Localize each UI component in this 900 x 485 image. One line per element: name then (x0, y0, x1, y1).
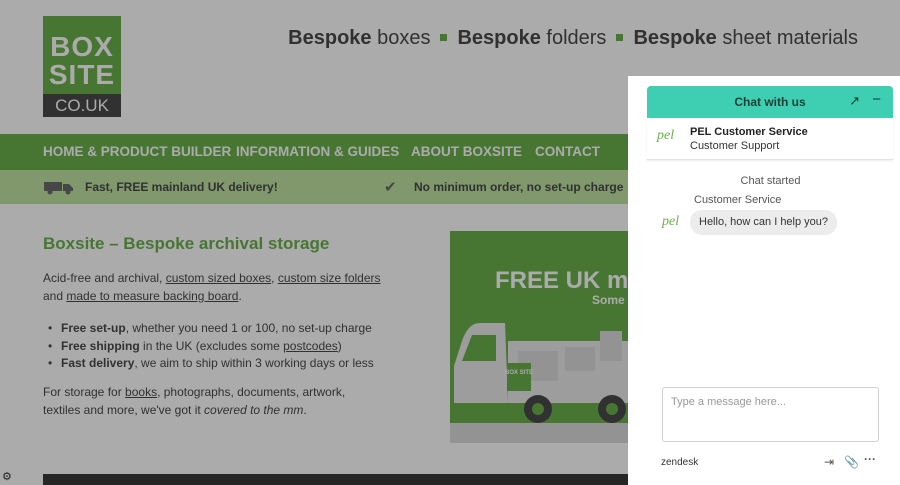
paperclip-icon[interactable]: 📎 (844, 455, 859, 469)
outro-paragraph: For storage for books, photographs, docu… (43, 384, 383, 419)
more-options-icon[interactable]: ··· (864, 452, 876, 466)
bullet-3-bold: Fast delivery (61, 356, 135, 370)
van-logo-text: BOX SITE (505, 370, 533, 376)
logo-line2: SITE (48, 59, 116, 90)
nav-about-boxsite[interactable]: ABOUT BOXSITE (411, 144, 522, 159)
bullet-2-bold: Free shipping (61, 339, 140, 353)
link-custom-size-folders[interactable]: custom size folders (278, 271, 381, 285)
chat-widget: Chat with us ↗ − pel PEL Customer Servic… (628, 76, 900, 485)
popout-arrow-icon[interactable]: ↗ (849, 93, 860, 109)
hero-ground (450, 423, 650, 443)
boxsite-logo[interactable]: BOX SITE CO.UK (43, 16, 121, 117)
pel-logo: pel (657, 128, 675, 143)
intro-paragraph: Acid-free and archival, custom sized box… (43, 270, 403, 305)
tagline-1-bold: Bespoke (288, 27, 372, 49)
outro-emphasis: covered to the mm (204, 402, 304, 417)
tagline-2-rest: folders (546, 27, 607, 49)
tagline-separator (616, 34, 624, 41)
agent-message-bubble: Hello, how can I help you? (690, 210, 838, 235)
header-tagline: Bespoke boxes Bespoke folders Bespoke shee… (288, 27, 858, 50)
tagline-1-rest: boxes (377, 27, 431, 49)
delivery-text: Fast, FREE mainland UK delivery! (85, 180, 278, 194)
intro-text-1: Acid-free and archival, (43, 271, 163, 285)
minimize-icon[interactable]: − (872, 91, 881, 108)
hero-banner[interactable]: FREE UK mai Some exc BOX SITE (450, 231, 650, 443)
tagline-separator (440, 34, 448, 41)
outro-text-1: For storage for (43, 385, 122, 399)
nav-contact[interactable]: CONTACT (535, 144, 600, 159)
intro-text-2: and (43, 288, 64, 303)
intro-sep: , (271, 271, 275, 285)
page-heading: Boxsite – Bespoke archival storage (43, 234, 330, 253)
link-postcodes[interactable]: postcodes (283, 339, 338, 353)
bullet-1-text: , whether you need 1 or 100, no set-up c… (125, 321, 372, 335)
bullet-2-text: in the UK (excludes some (139, 339, 284, 353)
gear-icon[interactable]: ⚙ (2, 470, 12, 483)
logo-line3: CO.UK (43, 94, 121, 117)
agent-avatar: pel (662, 214, 680, 229)
message-sender: Customer Service (694, 194, 782, 206)
hero-headline: FREE UK mai (495, 267, 649, 294)
bullet-3-text: , we aim to ship within 3 working days o… (134, 356, 374, 370)
bullet-1-bold: Free set-up (61, 321, 126, 335)
link-books[interactable]: books (125, 385, 157, 399)
checkmark-icon: ✔ (384, 179, 397, 196)
agent-role: Customer Support (690, 140, 780, 152)
message-input[interactable] (662, 387, 879, 442)
tagline-3-bold: Bespoke (633, 27, 717, 49)
chat-status: Chat started (740, 175, 801, 187)
link-backing-board[interactable]: made to measure backing board (66, 289, 238, 303)
logo-line1: BOX (50, 31, 114, 62)
bullet-2-end: ) (337, 339, 342, 353)
end-chat-icon[interactable]: ⇥ (824, 455, 834, 469)
minimum-order-text: No minimum order, no set-up charge (414, 180, 624, 194)
agent-name: PEL Customer Service (690, 126, 808, 138)
agent-card: pel PEL Customer Service Customer Suppor… (647, 118, 893, 160)
delivery-van-illustration: BOX SITE (454, 323, 650, 423)
tagline-3-rest: sheet materials (722, 27, 858, 49)
link-custom-sized-boxes[interactable]: custom sized boxes (166, 271, 271, 285)
zendesk-branding[interactable]: zendesk (661, 457, 698, 468)
delivery-truck-icon (44, 182, 73, 195)
nav-home-product-builder[interactable]: HOME & PRODUCT BUILDER (43, 144, 231, 159)
outro-end: . (303, 402, 307, 417)
chat-header: Chat with us ↗ − (647, 86, 893, 118)
tagline-2-bold: Bespoke (457, 27, 541, 49)
nav-information-guides[interactable]: INFORMATION & GUIDES (236, 144, 399, 159)
intro-end: . (238, 288, 242, 303)
